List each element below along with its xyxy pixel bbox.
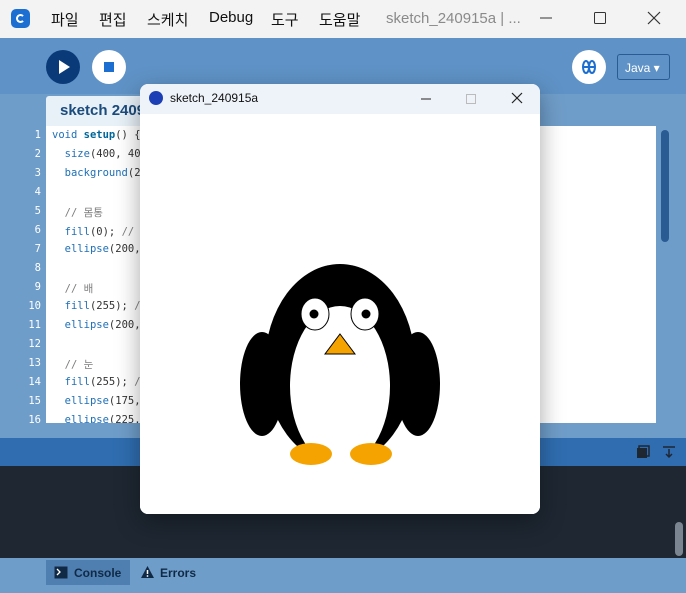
run-button[interactable] [46,50,80,84]
stop-button[interactable] [92,50,126,84]
line-number: 4 [34,186,41,198]
code-line: fill(0); // 검 [64,226,151,238]
stop-icon [104,62,114,72]
code-line: ellipse(175, [64,395,141,407]
tab-console-label: Console [74,566,122,580]
code-line: fill(255); // [64,376,147,388]
maximize-icon [594,12,606,24]
copy-icon[interactable] [636,445,650,459]
line-number: 12 [28,338,41,350]
menu-debug[interactable]: Debug [209,9,253,26]
warning-icon [141,566,154,578]
menu-tools[interactable]: 도구 [271,9,299,30]
sketch-window-titlebar[interactable]: sketch_240915a [140,84,540,114]
line-number: 7 [34,243,41,255]
line-number: 14 [28,376,41,388]
tab-console[interactable]: Console [46,560,130,585]
line-number: 3 [34,167,41,179]
debugger-button[interactable] [572,50,606,84]
menu-edit[interactable]: 편집 [99,9,127,30]
line-number: 9 [34,281,41,293]
minimize-icon [540,17,552,19]
line-number: 8 [34,262,41,274]
clear-console-icon[interactable] [662,445,676,459]
sketch-window[interactable]: sketch_240915a [140,84,540,514]
mode-select-label: Java ▾ [625,61,660,75]
penguin-left-pupil [309,309,319,319]
code-line: ellipse(200, [64,319,141,331]
play-icon [59,60,70,74]
line-number: 13 [28,357,41,369]
processing-logo-icon [11,9,30,28]
mode-select[interactable]: Java ▾ [617,54,670,80]
debugger-icon [582,60,596,74]
close-icon[interactable] [510,91,524,105]
minimize-icon[interactable] [419,92,433,106]
penguin-right-foot [350,443,392,465]
line-number: 10 [28,300,41,312]
menu-file[interactable]: 파일 [51,9,79,30]
close-button[interactable] [628,0,682,36]
code-line: void setup() { [52,129,141,141]
close-icon [647,11,661,25]
code-line: // 몸통 [64,207,103,219]
line-number: 2 [34,148,41,160]
maximize-icon[interactable] [464,92,478,106]
sketch-canvas[interactable] [140,114,540,514]
processing-logo-icon [149,91,163,105]
line-number: 15 [28,395,41,407]
penguin-left-foot [290,443,332,465]
menu-help[interactable]: 도움말 [319,9,360,30]
code-line: background(25 [64,167,147,179]
code-line: size(400, 400 [64,148,147,160]
line-number: 11 [28,319,41,331]
terminal-icon [54,566,68,579]
tab-errors[interactable]: Errors [140,560,210,585]
code-line: ellipse(200, [64,243,141,255]
title-bar: 파일 편집 스케치 Debug 도구 도움말 sketch_240915a | … [0,0,686,38]
penguin-belly [290,306,390,466]
line-number: 5 [34,205,41,217]
line-number: 6 [34,224,41,236]
console-scrollbar-thumb[interactable] [675,522,683,556]
code-line: // 배 [64,283,94,295]
line-number: 1 [34,129,41,141]
menu-sketch[interactable]: 스케치 [147,9,188,30]
code-line: // 눈 [64,359,94,371]
window-title: sketch_240915a | ... [386,10,521,27]
tab-errors-label: Errors [160,566,197,580]
editor-scrollbar-thumb[interactable] [661,130,669,242]
tab-sketch[interactable]: sketch 2409 [46,96,146,126]
code-line: fill(255); // [64,300,147,312]
minimize-button[interactable] [520,0,574,36]
sketch-window-title: sketch_240915a [170,91,259,105]
tab-sketch-label: sketch 2409 [60,102,146,119]
maximize-button[interactable] [574,0,628,36]
penguin-right-pupil [361,309,371,319]
